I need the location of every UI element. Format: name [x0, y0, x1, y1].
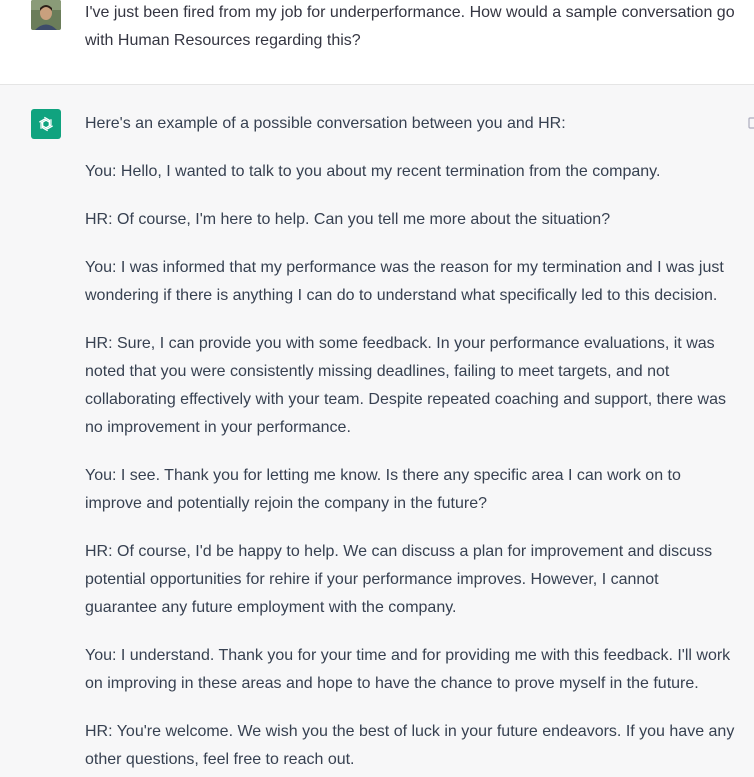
assistant-message-row: Here's an example of a possible conversa… — [0, 85, 754, 777]
assistant-paragraph: HR: Sure, I can provide you with some fe… — [85, 335, 726, 436]
assistant-paragraph: You: Hello, I wanted to talk to you abou… — [85, 163, 661, 180]
openai-logo-icon — [31, 109, 61, 139]
copy-icon[interactable] — [748, 115, 754, 129]
assistant-paragraph: HR: You're welcome. We wish you the best… — [85, 723, 735, 768]
assistant-paragraph: You: I understand. Thank you for your ti… — [85, 647, 731, 692]
assistant-message-content: Here's an example of a possible conversa… — [85, 110, 735, 777]
user-message-text: I've just been fired from my job for und… — [85, 4, 735, 49]
user-message-row: I've just been fired from my job for und… — [0, 0, 754, 85]
assistant-paragraph: You: I see. Thank you for letting me kno… — [85, 467, 681, 512]
assistant-paragraph: Here's an example of a possible conversa… — [85, 115, 566, 132]
assistant-paragraph: HR: Of course, I'd be happy to help. We … — [85, 543, 713, 616]
assistant-paragraph: HR: Of course, I'm here to help. Can you… — [85, 211, 611, 228]
assistant-paragraph: You: I was informed that my performance … — [85, 259, 724, 304]
user-avatar — [31, 0, 61, 30]
